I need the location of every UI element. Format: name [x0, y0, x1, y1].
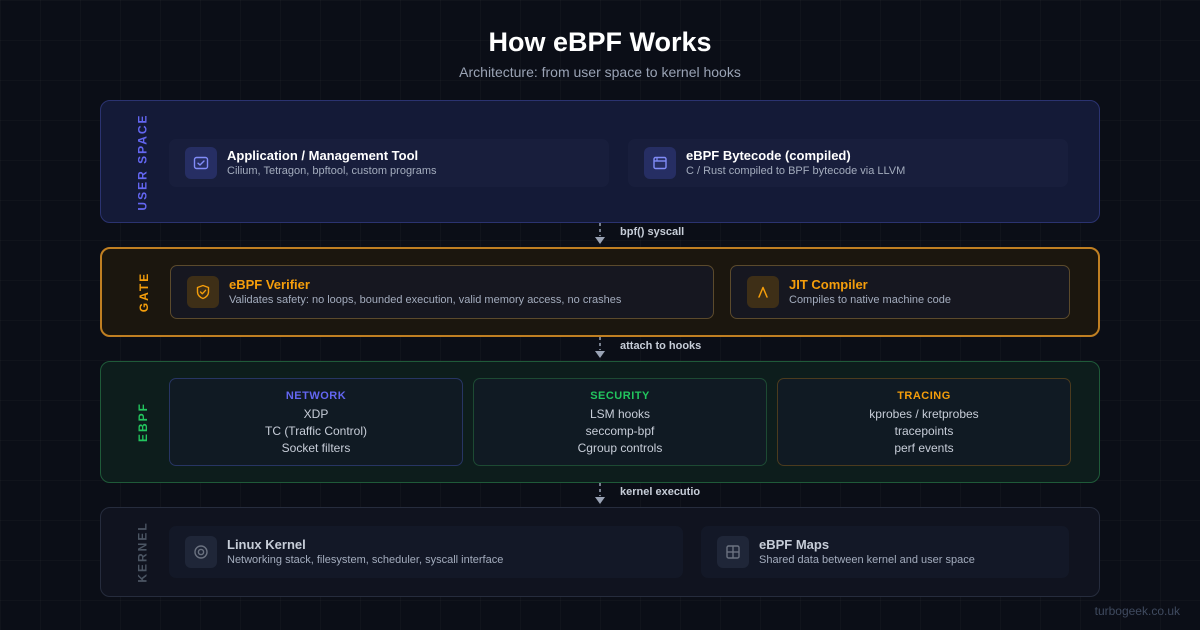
linux-kernel-card-title: Linux Kernel	[227, 537, 306, 552]
network-item: Socket filters	[281, 441, 351, 455]
bytecode-card-title: eBPF Bytecode (compiled)	[686, 148, 851, 163]
footer-credit: turbogeek.co.uk	[1094, 604, 1180, 618]
ebpf-layer: EBPF NETWORK XDP TC (Traffic Control) So…	[100, 361, 1100, 483]
tracing-item: kprobes / kretprobes	[869, 407, 979, 421]
bytecode-card: eBPF Bytecode (compiled) C / Rust compil…	[628, 139, 1068, 187]
bytecode-card-desc: C / Rust compiled to BPF bytecode via LL…	[686, 165, 906, 177]
connector-label: attach to hooks	[620, 340, 702, 352]
down-arrow-icon	[595, 337, 605, 358]
linux-kernel-card-desc: Networking stack, filesystem, scheduler,…	[227, 554, 504, 566]
connector-syscall: bpf() syscall	[594, 223, 714, 245]
tracing-category-card: TRACING kprobes / kretprobes tracepoints…	[777, 378, 1071, 466]
jit-card-desc: Compiles to native machine code	[789, 294, 952, 306]
page-subtitle: Architecture: from user space to kernel …	[459, 64, 741, 80]
ebpf-maps-card-desc: Shared data between kernel and user spac…	[759, 554, 975, 566]
security-category-card: SECURITY LSM hooks seccomp-bpf Cgroup co…	[473, 378, 767, 466]
shield-check-icon	[187, 276, 219, 308]
ebpf-maps-card: eBPF Maps Shared data between kernel and…	[701, 526, 1069, 578]
down-arrow-icon	[595, 223, 605, 244]
network-category-title: NETWORK	[285, 390, 347, 402]
page-title: How eBPF Works	[488, 27, 712, 57]
kernel-layer: KERNEL Linux Kernel Networking stack, fi…	[100, 507, 1100, 597]
security-item: Cgroup controls	[577, 441, 663, 455]
connector-label: kernel executio	[620, 486, 701, 498]
security-category-title: SECURITY	[590, 390, 650, 402]
gate-layer: GATE eBPF Verifier Validates safety: no …	[100, 247, 1100, 337]
user-space-label: USER SPACE	[136, 112, 151, 211]
lambda-icon	[747, 276, 779, 308]
network-category-card: NETWORK XDP TC (Traffic Control) Socket …	[169, 378, 463, 466]
jit-card: JIT Compiler Compiles to native machine …	[730, 265, 1070, 319]
connector-kernel-execution: kernel executio	[594, 483, 714, 505]
grid-icon	[717, 536, 749, 568]
security-item: LSM hooks	[589, 407, 651, 421]
application-card: Application / Management Tool Cilium, Te…	[169, 139, 609, 187]
tracing-category-title: TRACING	[897, 390, 951, 402]
verifier-card: eBPF Verifier Validates safety: no loops…	[170, 265, 714, 319]
target-icon	[185, 536, 217, 568]
jit-card-title: JIT Compiler	[789, 277, 868, 292]
connector-label: bpf() syscall	[620, 226, 685, 238]
security-item: seccomp-bpf	[585, 424, 655, 438]
verifier-card-desc: Validates safety: no loops, bounded exec…	[229, 294, 622, 306]
network-item: TC (Traffic Control)	[264, 424, 367, 438]
terminal-icon	[185, 147, 217, 179]
application-card-desc: Cilium, Tetragon, bpftool, custom progra…	[227, 165, 437, 177]
tracing-item: perf events	[894, 441, 954, 455]
connector-attach: attach to hooks	[594, 337, 714, 359]
down-arrow-icon	[595, 483, 605, 504]
application-card-title: Application / Management Tool	[227, 148, 419, 163]
gate-label: GATE	[136, 271, 151, 313]
window-icon	[644, 147, 676, 179]
network-item: XDP	[303, 407, 329, 421]
ebpf-label: EBPF	[135, 401, 150, 443]
ebpf-maps-card-title: eBPF Maps	[759, 537, 830, 552]
kernel-label: KERNEL	[136, 521, 150, 583]
verifier-card-title: eBPF Verifier	[229, 277, 310, 292]
linux-kernel-card: Linux Kernel Networking stack, filesyste…	[169, 526, 683, 578]
user-space-layer: USER SPACE Application / Management Tool…	[100, 100, 1100, 223]
tracing-item: tracepoints	[894, 424, 954, 438]
